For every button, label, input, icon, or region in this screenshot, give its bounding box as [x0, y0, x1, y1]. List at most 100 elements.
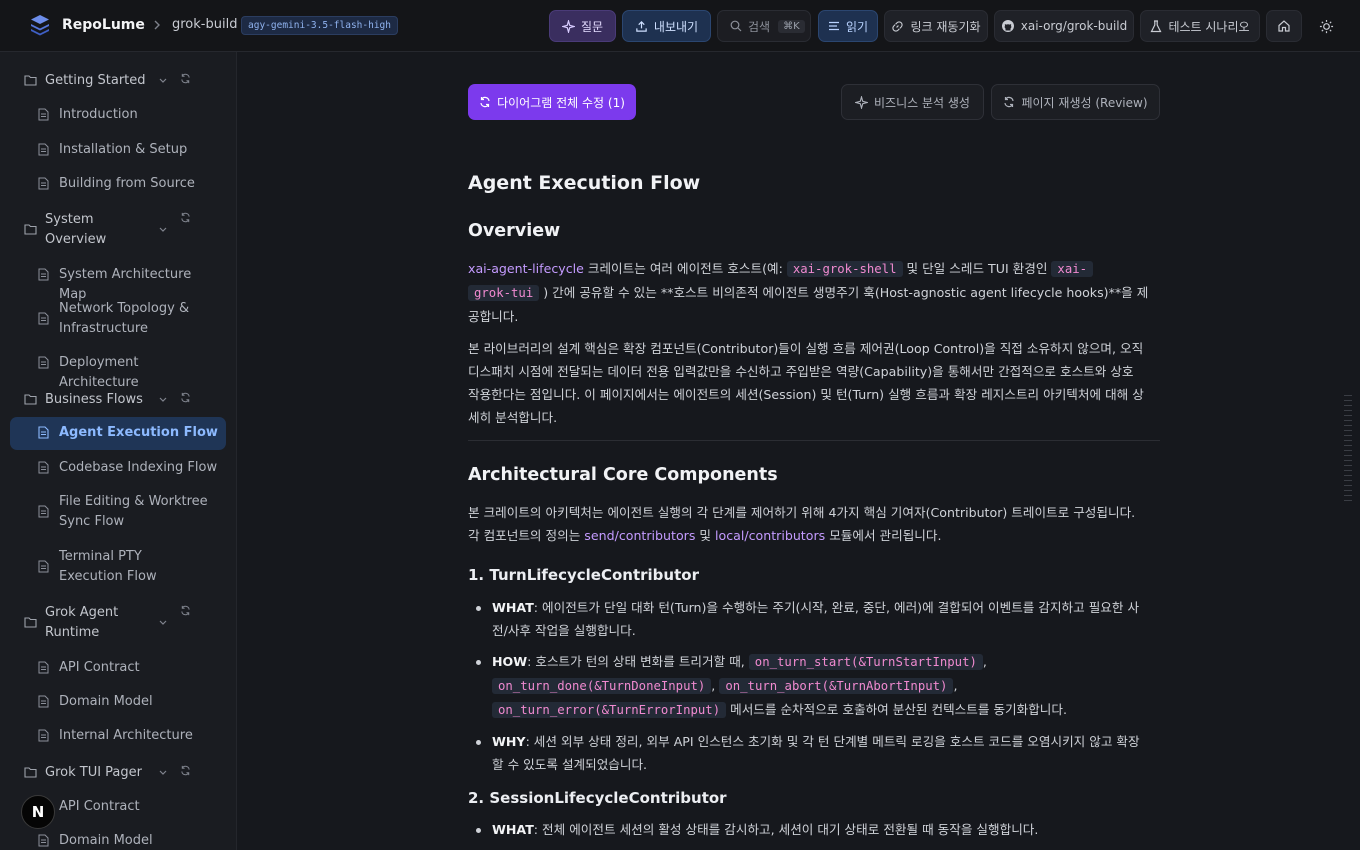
sidebar-item-api-contract[interactable]: API Contract: [38, 658, 222, 678]
top-header: RepoLume grok-build agy-gemini-3.5-flash…: [0, 0, 1360, 52]
code-on-turn-error: on_turn_error(&TurnErrorInput): [492, 702, 727, 718]
sidebar-item-file-editing-worktree[interactable]: File Editing & Worktree Sync Flow: [38, 492, 222, 532]
fix-all-diagrams-button[interactable]: 다이어그램 전체 수정 (1): [468, 84, 636, 120]
crate-link[interactable]: xai-agent-lifecycle: [468, 261, 584, 276]
heading-overview: Overview: [468, 221, 561, 241]
heading-architectural-core-components: Architectural Core Components: [468, 465, 778, 485]
code-on-turn-abort: on_turn_abort(&TurnAbortInput): [719, 678, 954, 694]
document-icon: [38, 834, 49, 847]
refresh-icon[interactable]: [180, 605, 191, 616]
refresh-icon: [480, 96, 490, 108]
folder-icon: [24, 394, 37, 405]
code-xai-grok-tui-a: xai-: [1051, 261, 1094, 277]
sidebar-nav: Getting Started Introduction Installatio…: [0, 52, 237, 850]
model-badge: agy-gemini-3.5-flash-high: [241, 16, 398, 35]
sidebar-item-network-topology[interactable]: Network Topology & Infrastructure: [38, 299, 222, 339]
sidebar-item-tui-api-contract[interactable]: API Contract: [38, 797, 222, 817]
sidebar-section-grok-tui-pager[interactable]: Grok TUI Pager: [24, 763, 220, 783]
refresh-icon: [1004, 96, 1015, 108]
n-avatar-badge[interactable]: N: [21, 795, 55, 829]
document-icon: [38, 312, 49, 325]
sidebar-section-business-flows[interactable]: Business Flows: [24, 390, 220, 410]
chevron-down-icon[interactable]: [158, 77, 168, 85]
sidebar-item-domain-model[interactable]: Domain Model: [38, 692, 222, 712]
document-icon: [38, 695, 49, 708]
turn-lifecycle-list: WHAT: 에이전트가 단일 대화 턴(Turn)을 수행하는 주기(시작, 완…: [468, 596, 1160, 784]
search-button[interactable]: 검색 ⌘K: [717, 10, 811, 42]
page-title: Agent Execution Flow: [468, 172, 701, 194]
sidebar-item-deployment-architecture[interactable]: Deployment Architecture: [38, 353, 222, 393]
upload-icon: [636, 20, 647, 32]
code-xai-grok-shell: xai-grok-shell: [786, 261, 903, 277]
list-item-how: HOW: 호스트가 턴의 상태 변화를 트리거할 때, on_turn_star…: [468, 650, 1160, 722]
document-icon: [38, 661, 49, 674]
main-content: 다이어그램 전체 수정 (1) 비즈니스 분석 생성 페이지 재생성 (Revi…: [237, 52, 1360, 850]
code-xai-grok-tui-b: grok-tui: [468, 285, 540, 301]
breadcrumb-repo[interactable]: grok-build: [172, 17, 237, 32]
chevron-down-icon[interactable]: [158, 619, 168, 627]
business-analysis-button[interactable]: 비즈니스 분석 생성: [841, 84, 984, 120]
sidebar-item-agent-execution-flow[interactable]: Agent Execution Flow: [10, 417, 226, 450]
document-icon: [38, 560, 49, 573]
brand[interactable]: RepoLume: [30, 14, 145, 36]
list-item-what: WHAT: 전체 에이전트 세션의 활성 상태를 감시하고, 세션이 대기 상태…: [468, 818, 1160, 841]
refresh-icon[interactable]: [180, 212, 191, 223]
scroll-indicator[interactable]: [1344, 395, 1352, 505]
code-on-turn-start: on_turn_start(&TurnStartInput): [748, 654, 983, 670]
sidebar-item-building-from-source[interactable]: Building from Source: [38, 174, 222, 194]
local-contributors-link[interactable]: local/contributors: [715, 528, 825, 543]
list-item-why: WHY: 세션 외부 상태 정리, 외부 API 인스턴스 초기화 및 각 턴 …: [468, 730, 1160, 776]
document-icon: [38, 505, 49, 518]
send-contributors-link[interactable]: send/contributors: [584, 528, 695, 543]
refresh-icon[interactable]: [180, 73, 191, 84]
sidebar-item-codebase-indexing-flow[interactable]: Codebase Indexing Flow: [38, 458, 222, 478]
heading-session-lifecycle: 2. SessionLifecycleContributor: [468, 789, 727, 807]
sun-icon: [1319, 19, 1333, 33]
architecture-paragraph: 본 크레이트의 아키텍처는 에이전트 실행의 각 단계를 제어하기 위해 4가지…: [468, 505, 1136, 543]
overview-paragraph-1: xai-agent-lifecycle 크레이트는 여러 에이전트 호스트(예:…: [468, 261, 1149, 324]
sparkle-icon: [855, 95, 869, 109]
sidebar-item-introduction[interactable]: Introduction: [38, 105, 222, 125]
document-icon: [38, 426, 49, 439]
chevron-down-icon[interactable]: [158, 769, 168, 777]
home-icon: [1278, 20, 1290, 32]
heading-turn-lifecycle: 1. TurnLifecycleContributor: [468, 566, 699, 584]
overview-paragraph-2: 본 라이브러리의 설계 핵심은 확장 컴포넌트(Contributor)들이 실…: [468, 341, 1144, 425]
sidebar-item-tui-domain-model[interactable]: Domain Model: [38, 831, 222, 850]
ask-button[interactable]: 질문: [549, 10, 616, 42]
read-button[interactable]: 읽기: [818, 10, 878, 42]
folder-icon: [24, 617, 37, 628]
document-icon: [38, 268, 49, 281]
repolume-logo-icon: [31, 15, 49, 36]
home-button[interactable]: [1266, 10, 1302, 42]
test-scenario-button[interactable]: 테스트 시나리오: [1140, 10, 1260, 42]
sidebar-section-getting-started[interactable]: Getting Started: [24, 71, 220, 91]
regenerate-page-button[interactable]: 페이지 재생성 (Review): [991, 84, 1160, 120]
sidebar-section-grok-agent-runtime[interactable]: Grok Agent Runtime: [24, 603, 220, 643]
sidebar-item-installation-setup[interactable]: Installation & Setup: [38, 140, 222, 160]
link-icon: [892, 20, 904, 32]
sparkle-icon: [561, 19, 575, 33]
sidebar-item-terminal-pty-flow[interactable]: Terminal PTY Execution Flow: [38, 547, 222, 587]
theme-toggle-button[interactable]: [1308, 10, 1344, 42]
document-icon: [38, 143, 49, 156]
chevron-right-icon: [154, 20, 160, 30]
lines-icon: [828, 21, 839, 31]
export-button[interactable]: 내보내기: [622, 10, 711, 42]
chevron-down-icon[interactable]: [158, 396, 168, 404]
document-icon: [38, 461, 49, 474]
chevron-down-icon[interactable]: [158, 226, 168, 234]
sidebar-section-system-overview[interactable]: System Overview: [24, 210, 220, 250]
sidebar-item-internal-architecture[interactable]: Internal Architecture: [38, 726, 222, 746]
document-icon: [38, 177, 49, 190]
refresh-icon[interactable]: [180, 765, 191, 776]
search-shortcut: ⌘K: [778, 19, 805, 33]
github-repo-button[interactable]: xai-org/grok-build: [994, 10, 1134, 42]
list-item-what: WHAT: 에이전트가 단일 대화 턴(Turn)을 수행하는 주기(시작, 완…: [468, 596, 1160, 642]
link-resync-button[interactable]: 링크 재동기화: [884, 10, 988, 42]
search-icon: [730, 20, 742, 32]
refresh-icon[interactable]: [180, 392, 191, 403]
code-on-turn-done: on_turn_done(&TurnDoneInput): [492, 678, 712, 694]
document-icon: [38, 108, 49, 121]
folder-icon: [24, 75, 37, 86]
